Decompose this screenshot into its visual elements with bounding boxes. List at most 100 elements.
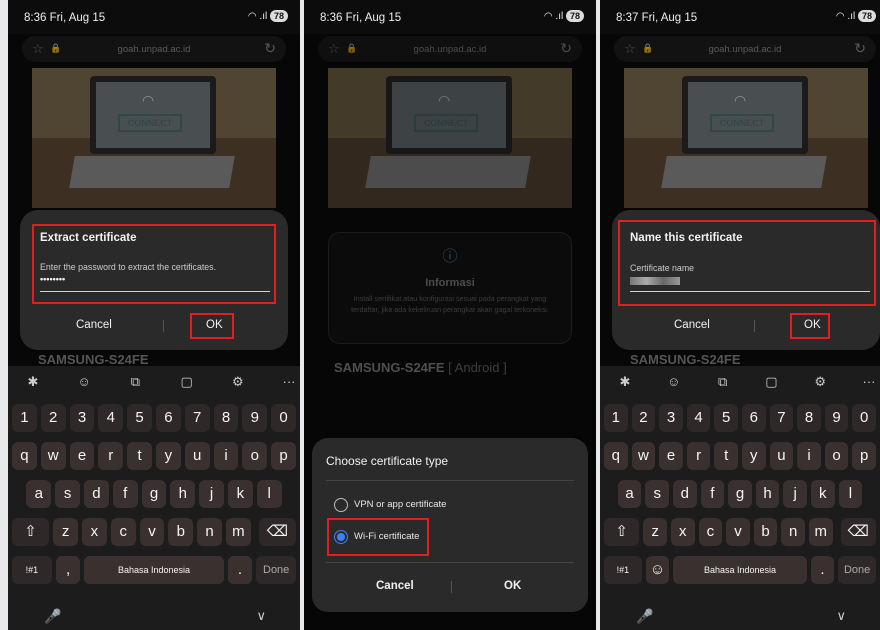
key-5[interactable]: 5	[127, 404, 152, 432]
key-0[interactable]: 0	[852, 404, 876, 432]
key-o[interactable]: o	[242, 442, 268, 470]
key-4[interactable]: 4	[686, 404, 711, 432]
key-2[interactable]: 2	[631, 404, 656, 432]
key-t[interactable]: t	[127, 442, 152, 470]
key-t[interactable]: t	[714, 442, 738, 470]
key-c[interactable]: c	[698, 518, 723, 546]
key-7[interactable]: 7	[769, 404, 794, 432]
sticker-icon[interactable]: ✱	[22, 374, 44, 392]
key-d[interactable]: d	[673, 480, 697, 508]
key-k[interactable]: k	[811, 480, 835, 508]
key-q[interactable]: q	[12, 442, 37, 470]
key-g[interactable]: g	[141, 480, 167, 508]
key-z[interactable]: z	[53, 518, 78, 546]
cancel-button[interactable]: Cancel	[674, 319, 710, 331]
settings-icon[interactable]: ⚙	[227, 374, 249, 392]
mic-icon[interactable]: 🎤	[636, 608, 653, 625]
key-c[interactable]: c	[110, 518, 136, 546]
key-5[interactable]: 5	[714, 404, 738, 432]
cancel-button[interactable]: Cancel	[76, 319, 112, 331]
key-a[interactable]: a	[26, 480, 52, 508]
key-m[interactable]: m	[809, 518, 833, 546]
key-v[interactable]: v	[139, 518, 165, 546]
period-key[interactable]: .	[810, 556, 835, 584]
clip-icon[interactable]: ▢	[760, 374, 782, 392]
key-1[interactable]: 1	[604, 404, 628, 432]
key-3[interactable]: 3	[69, 404, 95, 432]
key-s[interactable]: s	[55, 480, 80, 508]
key-y[interactable]: y	[742, 442, 766, 470]
key-x[interactable]: x	[82, 518, 107, 546]
space-key[interactable]: Bahasa Indonesia	[84, 556, 224, 584]
done-key[interactable]: Done	[256, 556, 296, 584]
settings-icon[interactable]: ⚙	[809, 374, 831, 392]
key-p[interactable]: p	[271, 442, 296, 470]
done-key[interactable]: Done	[838, 556, 876, 584]
chevron-down-icon[interactable]: ∨	[256, 608, 266, 624]
clipboard-icon[interactable]: ⧉	[712, 374, 734, 392]
key-o[interactable]: o	[824, 442, 849, 470]
mic-icon[interactable]: 🎤	[44, 608, 61, 625]
key-7[interactable]: 7	[184, 404, 210, 432]
key-j[interactable]: j	[783, 480, 807, 508]
key-6[interactable]: 6	[742, 404, 766, 432]
emoji-icon[interactable]: ☺	[73, 374, 95, 392]
key-p[interactable]: p	[852, 442, 876, 470]
key-i[interactable]: i	[213, 442, 239, 470]
key-2[interactable]: 2	[40, 404, 66, 432]
key-v[interactable]: v	[726, 518, 750, 546]
key-z[interactable]: z	[643, 518, 667, 546]
period-key[interactable]: .	[227, 556, 253, 584]
key-9[interactable]: 9	[242, 404, 268, 432]
key-8[interactable]: 8	[797, 404, 821, 432]
key-r[interactable]: r	[98, 442, 124, 470]
key-0[interactable]: 0	[271, 404, 296, 432]
clip-icon[interactable]: ▢	[176, 374, 198, 392]
chevron-down-icon[interactable]: ∨	[836, 608, 846, 624]
key-1[interactable]: 1	[12, 404, 37, 432]
key-d[interactable]: d	[84, 480, 109, 508]
key-u[interactable]: u	[184, 442, 210, 470]
more-icon[interactable]: ···	[858, 374, 880, 392]
clipboard-icon[interactable]: ⧉	[124, 374, 146, 392]
key-q[interactable]: q	[604, 442, 628, 470]
key-9[interactable]: 9	[824, 404, 849, 432]
key-e[interactable]: e	[69, 442, 95, 470]
key-w[interactable]: w	[631, 442, 656, 470]
key-f[interactable]: f	[700, 480, 725, 508]
key-8[interactable]: 8	[213, 404, 239, 432]
key-g[interactable]: g	[728, 480, 752, 508]
ok-button[interactable]: OK	[504, 580, 521, 592]
space-key[interactable]: Bahasa Indonesia	[673, 556, 807, 584]
key-a[interactable]: a	[617, 480, 642, 508]
shift-key[interactable]: ⇧	[12, 518, 50, 546]
key-s[interactable]: s	[645, 480, 669, 508]
backspace-key[interactable]: ⌫	[840, 518, 876, 546]
key-u[interactable]: u	[769, 442, 794, 470]
key-w[interactable]: w	[40, 442, 66, 470]
key-l[interactable]: l	[838, 480, 863, 508]
emoji-key[interactable]: ☺	[645, 556, 670, 584]
cancel-button[interactable]: Cancel	[376, 580, 414, 592]
key-y[interactable]: y	[156, 442, 181, 470]
sticker-icon[interactable]: ✱	[614, 374, 636, 392]
key-k[interactable]: k	[228, 480, 253, 508]
key-n[interactable]: n	[781, 518, 805, 546]
comma-key[interactable]: ,	[55, 556, 81, 584]
key-r[interactable]: r	[686, 442, 711, 470]
key-4[interactable]: 4	[98, 404, 124, 432]
key-j[interactable]: j	[199, 480, 224, 508]
key-6[interactable]: 6	[156, 404, 181, 432]
key-n[interactable]: n	[197, 518, 222, 546]
key-b[interactable]: b	[753, 518, 778, 546]
key-m[interactable]: m	[226, 518, 251, 546]
key-3[interactable]: 3	[659, 404, 683, 432]
more-icon[interactable]: ···	[278, 374, 300, 392]
key-i[interactable]: i	[797, 442, 821, 470]
backspace-key[interactable]: ⌫	[258, 518, 296, 546]
symbols-key[interactable]: !#1	[12, 556, 52, 584]
key-h[interactable]: h	[170, 480, 196, 508]
emoji-icon[interactable]: ☺	[663, 374, 685, 392]
key-l[interactable]: l	[256, 480, 282, 508]
key-x[interactable]: x	[671, 518, 695, 546]
